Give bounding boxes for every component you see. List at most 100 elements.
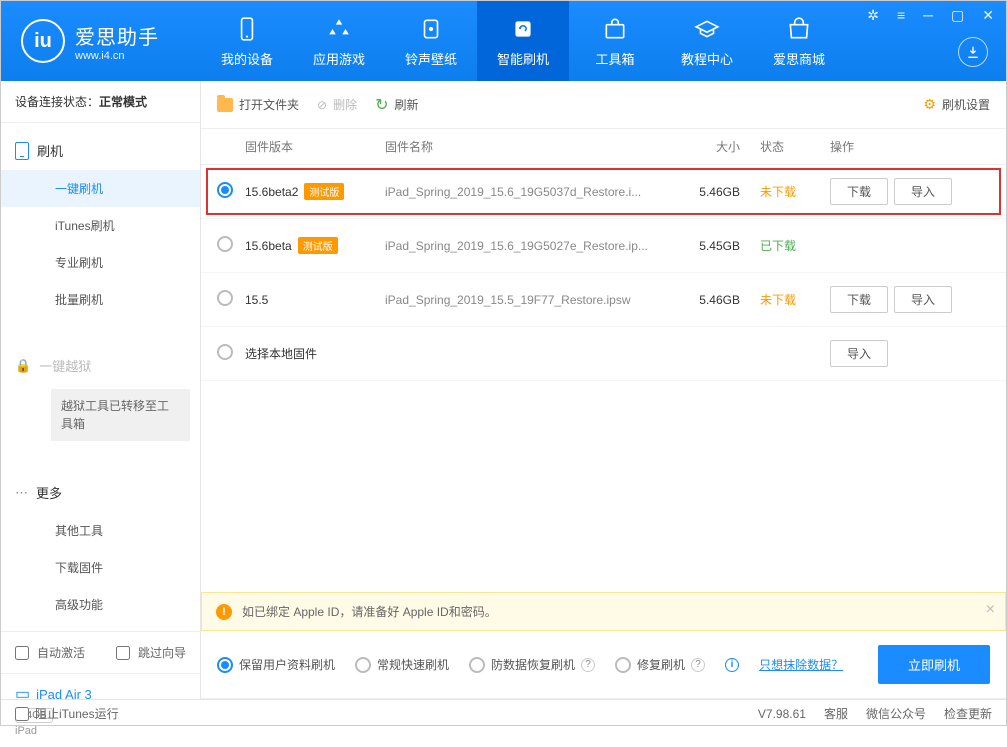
option-radio[interactable] (615, 657, 631, 673)
sidebar-item-advanced[interactable]: 高级功能 (1, 586, 200, 623)
sidebar-item-one-click[interactable]: 一键刷机 (1, 170, 200, 207)
tab-flash[interactable]: 智能刷机 (477, 1, 569, 81)
sidebar-item-batch[interactable]: 批量刷机 (1, 281, 200, 318)
table-row[interactable]: 15.6beta测试版 iPad_Spring_2019_15.6_19G502… (201, 219, 1006, 273)
firmware-name: iPad_Spring_2019_15.6_19G5027e_Restore.i… (385, 239, 680, 253)
tab-label: 我的设备 (221, 49, 273, 68)
flash-mode-option[interactable]: 修复刷机? (615, 656, 705, 673)
help-icon[interactable]: ? (581, 658, 595, 672)
music-icon (417, 15, 445, 43)
maximize-icon[interactable]: ▢ (947, 5, 968, 26)
delete-icon: ⊘ (317, 98, 327, 112)
tab-store[interactable]: 爱思商城 (753, 1, 845, 81)
toolbar: 打开文件夹 ⊘ 删除 ↻ 刷新 ⚙ 刷机设置 (201, 81, 1006, 129)
table-row[interactable]: 15.5 iPad_Spring_2019_15.5_19F77_Restore… (201, 273, 1006, 327)
import-button[interactable]: 导入 (894, 178, 952, 205)
support-link[interactable]: 客服 (824, 705, 848, 722)
refresh-icon (509, 15, 537, 43)
import-button[interactable]: 导入 (894, 286, 952, 313)
wechat-link[interactable]: 微信公众号 (866, 705, 926, 722)
phone-icon (15, 142, 29, 160)
option-radio[interactable] (469, 657, 485, 673)
sidebar-heading-flash[interactable]: 刷机 (1, 131, 200, 170)
row-radio[interactable] (217, 236, 233, 252)
lock-icon: 🔒 (15, 358, 31, 374)
version-label: V7.98.61 (758, 707, 806, 721)
device-type: iPad (15, 725, 186, 737)
sidebar-heading-more[interactable]: ⋯ 更多 (1, 473, 200, 512)
size-text: 5.46GB (680, 293, 760, 307)
option-radio[interactable] (355, 657, 371, 673)
tab-toolbox[interactable]: 工具箱 (569, 1, 661, 81)
info-icon[interactable]: i (725, 658, 739, 672)
check-update-link[interactable]: 检查更新 (944, 705, 992, 722)
size-text: 5.45GB (680, 239, 760, 253)
sidebar-item-itunes[interactable]: iTunes刷机 (1, 207, 200, 244)
beta-tag: 测试版 (298, 237, 338, 254)
tab-label: 工具箱 (595, 49, 634, 68)
refresh-button[interactable]: ↻ 刷新 (375, 95, 418, 115)
tablet-icon: ▭ (15, 684, 30, 704)
download-button[interactable]: 下载 (830, 286, 888, 313)
col-version: 固件版本 (245, 138, 385, 155)
sidebar-item-pro[interactable]: 专业刷机 (1, 244, 200, 281)
tab-label: 应用游戏 (313, 49, 365, 68)
flash-mode-option[interactable]: 保留用户资料刷机 (217, 656, 335, 673)
option-radio[interactable] (217, 657, 233, 673)
erase-link[interactable]: 只想抹除数据？ (759, 656, 843, 673)
import-button[interactable]: 导入 (830, 340, 888, 367)
tab-ringtones[interactable]: 铃声壁纸 (385, 1, 477, 81)
status-text: 未下载 (760, 183, 830, 200)
flash-now-button[interactable]: 立即刷机 (878, 645, 990, 684)
block-itunes-checkbox[interactable] (15, 707, 29, 721)
flash-mode-option[interactable]: 常规快速刷机 (355, 656, 449, 673)
device-icon (233, 15, 261, 43)
help-icon[interactable]: ? (691, 658, 705, 672)
version-text: 选择本地固件 (245, 347, 317, 361)
action-bar: 保留用户资料刷机 常规快速刷机 防数据恢复刷机? 修复刷机? i 只想抹除数据？ 立即… (201, 631, 1006, 699)
menu-icon[interactable]: ≡ (893, 5, 909, 26)
version-text: 15.6beta2 (245, 185, 298, 199)
app-title: 爱思助手 (75, 21, 159, 50)
row-radio[interactable] (217, 344, 233, 360)
notice-text: 如已绑定 Apple ID，请准备好 Apple ID和密码。 (242, 603, 497, 620)
sidebar-item-other-tools[interactable]: 其他工具 (1, 512, 200, 549)
update-badge[interactable] (958, 37, 988, 67)
version-text: 15.5 (245, 293, 268, 307)
flash-mode-option[interactable]: 防数据恢复刷机? (469, 656, 595, 673)
apps-icon (325, 15, 353, 43)
tab-tutorials[interactable]: 教程中心 (661, 1, 753, 81)
gear-icon: ⚙ (923, 96, 936, 113)
skip-guide-checkbox[interactable] (116, 646, 130, 660)
open-folder-button[interactable]: 打开文件夹 (217, 96, 299, 113)
row-radio[interactable] (217, 182, 233, 198)
row-radio[interactable] (217, 290, 233, 306)
tab-my-device[interactable]: 我的设备 (201, 1, 293, 81)
nav-tabs: 我的设备 应用游戏 铃声壁纸 智能刷机 工具箱 教程中心 爱思商城 (201, 1, 845, 81)
flash-settings-button[interactable]: ⚙ 刷机设置 (923, 96, 990, 113)
skin-icon[interactable]: ✲ (863, 5, 883, 26)
folder-icon (217, 98, 233, 112)
delete-button[interactable]: ⊘ 删除 (317, 96, 357, 113)
shop-icon (785, 15, 813, 43)
tab-label: 铃声壁纸 (405, 49, 457, 68)
header: iu 爱思助手 www.i4.cn 我的设备 应用游戏 铃声壁纸 智能刷机 工具… (1, 1, 1006, 81)
size-text: 5.46GB (680, 185, 760, 199)
col-name: 固件名称 (385, 138, 680, 155)
tab-label: 教程中心 (681, 49, 733, 68)
logo: iu 爱思助手 www.i4.cn (1, 19, 201, 63)
main: 打开文件夹 ⊘ 删除 ↻ 刷新 ⚙ 刷机设置 固件版本 固件名称 大小 状态 操… (201, 81, 1006, 699)
table-row[interactable]: 选择本地固件 导入 (201, 327, 1006, 381)
close-icon[interactable]: ✕ (978, 5, 998, 26)
close-notice-button[interactable]: × (986, 601, 995, 619)
status-text: 未下载 (760, 291, 830, 308)
auto-activate-checkbox[interactable] (15, 646, 29, 660)
block-itunes-label: 阻止iTunes运行 (35, 705, 119, 722)
download-icon (965, 44, 981, 60)
sidebar-item-download-fw[interactable]: 下载固件 (1, 549, 200, 586)
download-button[interactable]: 下载 (830, 178, 888, 205)
minimize-icon[interactable]: ─ (919, 5, 937, 26)
table-row[interactable]: 15.6beta2测试版 iPad_Spring_2019_15.6_19G50… (201, 165, 1006, 219)
tab-apps[interactable]: 应用游戏 (293, 1, 385, 81)
jailbreak-notice: 越狱工具已转移至工具箱 (51, 389, 190, 441)
